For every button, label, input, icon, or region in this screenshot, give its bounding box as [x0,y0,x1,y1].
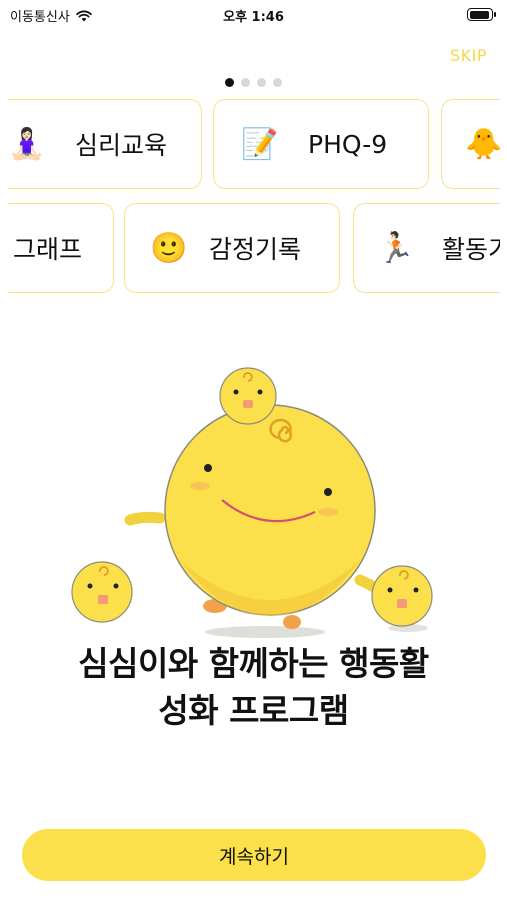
skip-button[interactable]: SKIP [450,46,487,65]
mascot-illustration [71,367,433,638]
feature-label: PHQ-9 [308,129,388,159]
memo-icon: 📝 [241,126,279,162]
feature-card-activity: 🏃🏻 활동기 [353,203,500,293]
smile-icon: 🙂 [150,230,188,266]
battery-icon [467,8,496,21]
page-dot[interactable] [241,78,250,87]
feature-card-psychoeducation: 🧘🏻‍♀️ 심리교육 [8,99,202,189]
status-bar: 이동통신사 오후 1:46 [0,0,507,30]
feature-row-2: 그래프 🙂 감정기록 🏃🏻 활동기 [8,203,500,295]
chick-icon: 🐥 [465,126,500,162]
feature-label: 그래프 [13,235,83,264]
page-indicator [0,78,507,87]
feature-card-graph: 그래프 [8,203,114,293]
title-line-1: 심심이와 함께하는 행동활 [78,644,429,683]
feature-card-emotion-log: 🙂 감정기록 [124,203,340,293]
runner-icon: 🏃🏻 [377,230,415,266]
feature-label: 활동기 [442,235,500,264]
status-time: 오후 1:46 [223,10,284,25]
feature-label: 감정기록 [209,235,302,264]
page-dot[interactable] [257,78,266,87]
feature-row-1: 🧘🏻‍♀️ 심리교육 📝 PHQ-9 🐥 [8,99,500,191]
feature-card-phq9: 📝 PHQ-9 [213,99,429,189]
feature-label: 심리교육 [75,131,168,160]
page-dot[interactable] [225,78,234,87]
feature-card-partial: 🐥 [441,99,500,189]
meditation-icon: 🧘🏻‍♀️ [8,126,46,162]
continue-button[interactable]: 계속하기 [22,829,486,881]
title-line-2: 성화 프로그램 [158,691,349,730]
page-title: 심심이와 함께하는 행동활 성화 프로그램 [0,640,507,734]
page-dot[interactable] [273,78,282,87]
battery-level [469,10,490,19]
